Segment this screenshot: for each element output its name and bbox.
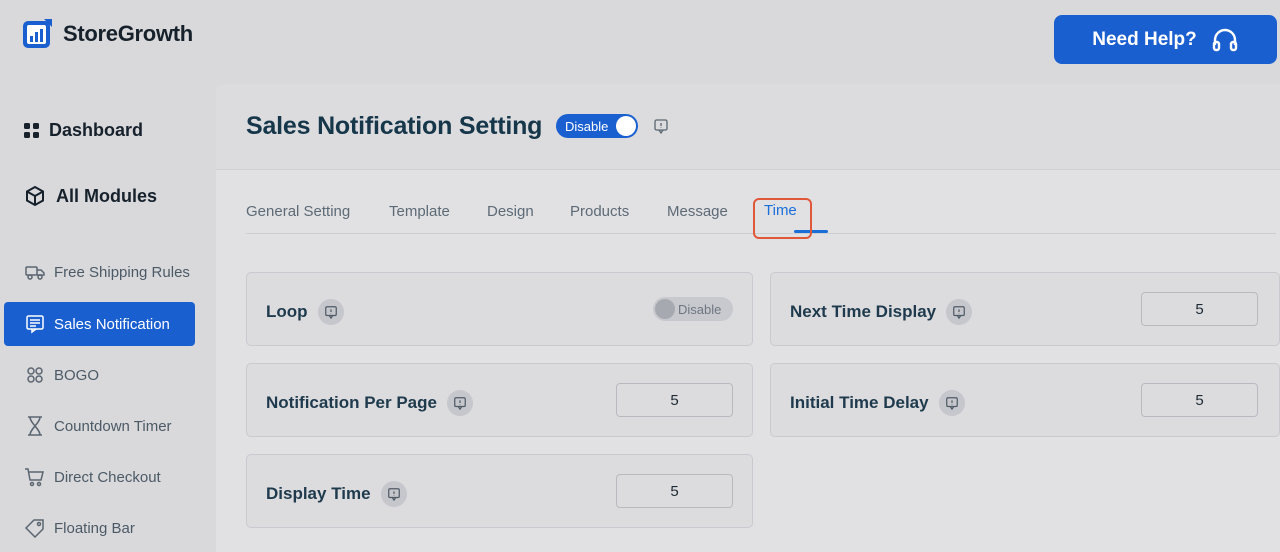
setting-label: Next Time Display <box>790 302 937 321</box>
cube-icon <box>26 185 44 207</box>
toggle-knob <box>655 299 675 319</box>
cart-icon <box>25 468 44 487</box>
tab-products[interactable]: Products <box>570 203 629 220</box>
sidebar-item-label: Floating Bar <box>54 519 135 537</box>
tab-message[interactable]: Message <box>667 203 728 220</box>
sidebar-item-label: Dashboard <box>49 120 144 140</box>
hourglass-icon <box>28 416 42 436</box>
sidebar-item-sales-notification[interactable]: Sales Notification <box>4 302 195 346</box>
sidebar-item-countdown-timer[interactable]: Countdown Timer <box>4 404 195 448</box>
initial-time-delay-card: Initial Time Delay 5 <box>770 363 1280 437</box>
help-icon <box>324 306 337 319</box>
help-tooltip-icon[interactable] <box>938 390 965 416</box>
notification-per-page-input[interactable]: 5 <box>616 383 733 417</box>
logo-text: StoreGrowth <box>63 20 193 46</box>
help-icon <box>953 306 966 319</box>
sidebar-item-label: Free Shipping Rules <box>54 263 190 281</box>
page-header: Sales Notification Setting Disable <box>216 84 1280 170</box>
toggle-knob <box>616 116 636 136</box>
notification-icon <box>26 315 44 334</box>
logo-chart-icon <box>23 19 52 48</box>
sidebar-item-direct-checkout[interactable]: Direct Checkout <box>4 455 195 499</box>
help-tooltip-icon[interactable] <box>653 118 669 134</box>
help-icon <box>387 488 400 501</box>
sidebar-item-dashboard[interactable]: Dashboard <box>24 120 143 141</box>
truck-icon <box>25 266 45 280</box>
tab-highlight-box <box>753 198 812 239</box>
help-icon <box>945 397 958 410</box>
sidebar-item-bogo[interactable]: BOGO <box>4 353 195 397</box>
tab-design[interactable]: Design <box>487 203 534 220</box>
setting-label: Initial Time Delay <box>790 393 929 412</box>
setting-label: Display Time <box>266 484 371 503</box>
main-panel: Sales Notification Setting Disable Gener… <box>216 84 1280 552</box>
notification-per-page-row: Notification Per Page <box>266 390 473 416</box>
grid-icon <box>24 123 39 138</box>
sidebar-item-label: Countdown Timer <box>54 417 172 435</box>
setting-label: Notification Per Page <box>266 393 437 412</box>
notification-per-page-card: Notification Per Page 5 <box>246 363 753 437</box>
help-tooltip-icon[interactable] <box>446 390 473 416</box>
sidebar-item-floating-bar[interactable]: Floating Bar <box>4 506 195 550</box>
help-tooltip-icon[interactable] <box>317 299 344 325</box>
next-time-display-row: Next Time Display <box>790 299 973 325</box>
loop-setting-row: Loop <box>266 299 344 325</box>
need-help-label: Need Help? <box>1092 28 1197 50</box>
headphones-icon <box>1212 28 1237 51</box>
sidebar-item-free-shipping-rules[interactable]: Free Shipping Rules <box>4 250 195 294</box>
display-time-row: Display Time <box>266 481 407 507</box>
loop-toggle[interactable]: Disable <box>653 297 733 321</box>
sidebar-item-label: All Modules <box>56 185 158 206</box>
sidebar-item-label: Sales Notification <box>54 315 170 333</box>
bogo-icon <box>27 367 43 383</box>
help-tooltip-icon[interactable] <box>380 481 407 507</box>
enable-toggle[interactable]: Disable <box>556 114 638 138</box>
initial-time-delay-row: Initial Time Delay <box>790 390 965 416</box>
help-tooltip-icon[interactable] <box>946 299 973 325</box>
need-help-button[interactable]: Need Help? <box>1054 15 1277 64</box>
next-time-display-input[interactable]: 5 <box>1141 292 1258 326</box>
page-title: Sales Notification Setting <box>246 112 543 140</box>
sidebar: Dashboard All Modules Free Shipping Rule… <box>0 84 214 552</box>
sidebar-item-label: BOGO <box>54 366 100 384</box>
next-time-display-card: Next Time Display 5 <box>770 272 1280 346</box>
sidebar-item-all-modules[interactable]: All Modules <box>24 185 157 207</box>
logo[interactable]: StoreGrowth <box>22 18 193 49</box>
display-time-input[interactable]: 5 <box>616 474 733 508</box>
top-bar: StoreGrowth Need Help? <box>0 0 1280 84</box>
initial-time-delay-input[interactable]: 5 <box>1141 383 1258 417</box>
help-icon <box>454 397 466 410</box>
tag-icon <box>24 519 44 538</box>
tab-general-setting[interactable]: General Setting <box>246 203 350 220</box>
loop-setting-card: Loop Disable <box>246 272 753 346</box>
display-time-card: Display Time 5 <box>246 454 753 528</box>
tab-template[interactable]: Template <box>389 203 450 220</box>
toggle-label: Disable <box>678 301 722 317</box>
setting-label: Loop <box>266 302 308 321</box>
toggle-label: Disable <box>565 118 609 134</box>
sidebar-item-label: Direct Checkout <box>54 468 161 486</box>
